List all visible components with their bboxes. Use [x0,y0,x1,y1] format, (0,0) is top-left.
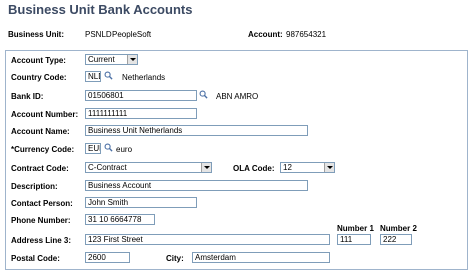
bank-id-description: ABN AMRO [216,92,259,101]
contact-person-input[interactable]: John Smith [85,197,197,208]
contract-code-select[interactable]: C-Contract [85,162,212,173]
currency-code-label: *Currency Code: [11,145,75,154]
number-2-label: Number 2 [380,224,417,233]
chevron-down-icon [127,55,137,64]
ola-code-value: 12 [283,163,292,172]
address-line-3-input[interactable]: 123 First Street [85,234,330,245]
country-code-input[interactable]: NLD [85,71,101,82]
address-line-3-label: Address Line 3: [11,236,72,245]
city-input[interactable]: Amsterdam [192,252,330,263]
business-unit-code: PSNLD [85,30,112,39]
account-type-select[interactable]: Current [85,54,138,65]
account-name-label: Account Name: [11,127,70,136]
country-code-description: Netherlands [122,73,166,82]
account-name-input[interactable]: Business Unit Netherlands [85,125,308,136]
account-label: Account: [248,30,283,39]
contract-code-label: Contract Code: [11,164,69,173]
description-input[interactable]: Business Account [85,180,308,191]
bank-id-input[interactable]: 01506801 [85,90,197,101]
phone-number-label: Phone Number: [11,216,71,225]
number-1-input[interactable]: 111 [337,234,371,245]
account-number-input[interactable]: 1111111111 [85,108,197,119]
currency-code-input[interactable]: EUR [85,143,101,154]
magnifier-icon[interactable] [104,71,113,80]
chevron-down-icon [324,163,334,172]
number-2-input[interactable]: 222 [380,234,412,245]
city-label: City: [166,254,184,263]
currency-code-description: euro [116,145,133,154]
account-value: 987654321 [286,30,327,39]
magnifier-icon[interactable] [199,90,208,99]
business-unit-label: Business Unit: [8,30,65,39]
country-code-label: Country Code: [11,73,67,82]
ola-code-select[interactable]: 12 [280,162,335,173]
contact-person-label: Contact Person: [11,199,73,208]
ola-code-label: OLA Code: [233,164,275,173]
contract-code-value: C-Contract [88,163,127,172]
account-type-value: Current [88,55,115,64]
number-1-label: Number 1 [337,224,374,233]
account-type-label: Account Type: [11,56,66,65]
magnifier-icon[interactable] [104,143,113,152]
account-number-label: Account Number: [11,110,79,119]
phone-number-input[interactable]: 31 10 6664778 [85,214,155,225]
postal-code-input[interactable]: 2600 [85,252,130,263]
postal-code-label: Postal Code: [11,254,60,263]
bank-id-label: Bank ID: [11,92,44,101]
business-unit-name: PeopleSoft [112,30,152,39]
chevron-down-icon [201,163,211,172]
description-label: Description: [11,182,58,191]
page-title: Business Unit Bank Accounts [8,2,193,17]
